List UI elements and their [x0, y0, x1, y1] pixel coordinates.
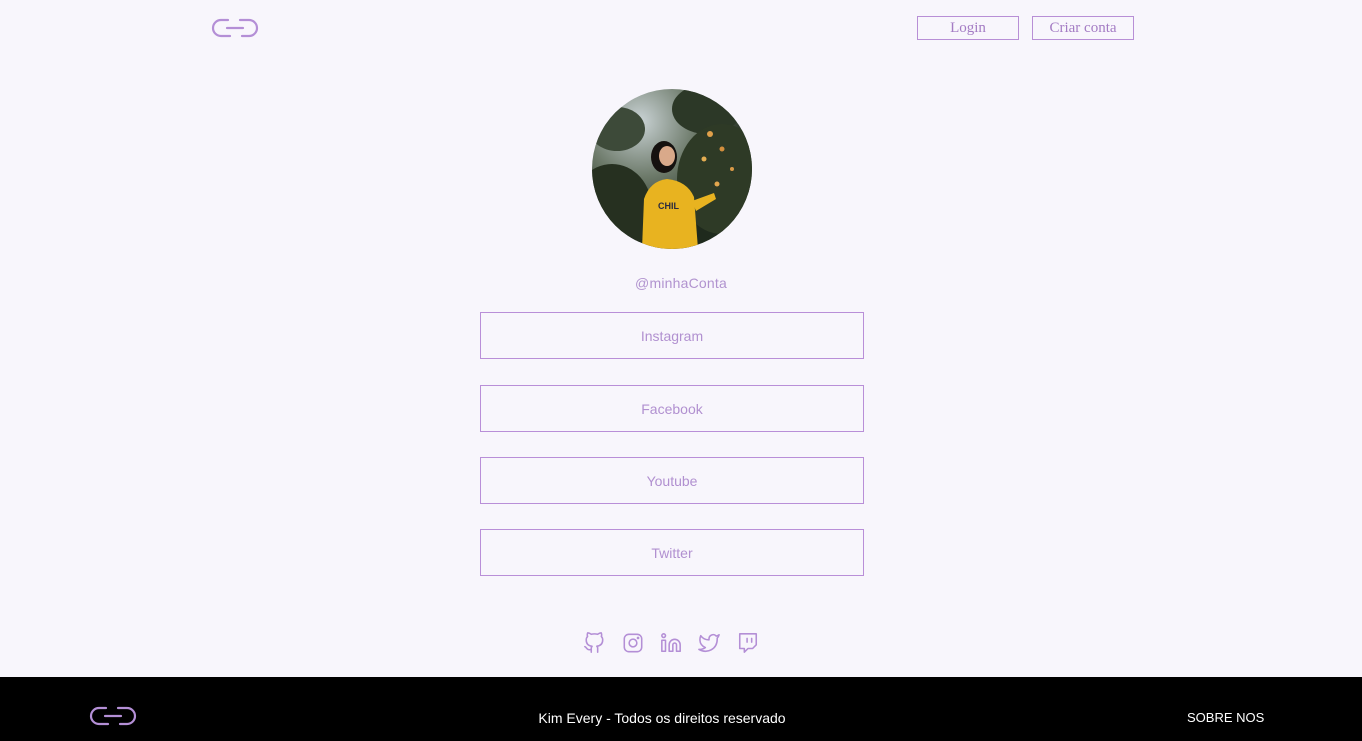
twitter-icon[interactable]: [698, 632, 720, 654]
logo-icon[interactable]: [210, 17, 260, 39]
github-icon[interactable]: [583, 632, 605, 654]
link-button-facebook[interactable]: Facebook: [480, 385, 864, 432]
about-us-link[interactable]: SOBRE NOS: [1187, 710, 1264, 725]
footer: Kim Every - Todos os direitos reservado …: [0, 677, 1362, 741]
page: Login Criar conta CHIL @minhaConta Insta…: [0, 0, 1362, 741]
login-button[interactable]: Login: [917, 16, 1019, 40]
link-button-youtube[interactable]: Youtube: [480, 457, 864, 504]
instagram-icon[interactable]: [622, 632, 644, 654]
avatar: CHIL: [592, 89, 752, 249]
link-button-twitter[interactable]: Twitter: [480, 529, 864, 576]
copyright-text: Kim Every - Todos os direitos reservado: [538, 710, 786, 726]
profile-handle: @minhaConta: [635, 275, 727, 291]
twitch-icon[interactable]: [737, 632, 759, 654]
link-button-instagram[interactable]: Instagram: [480, 312, 864, 359]
svg-text:CHIL: CHIL: [658, 201, 679, 211]
linkedin-icon[interactable]: [660, 632, 682, 654]
create-account-button[interactable]: Criar conta: [1032, 16, 1134, 40]
